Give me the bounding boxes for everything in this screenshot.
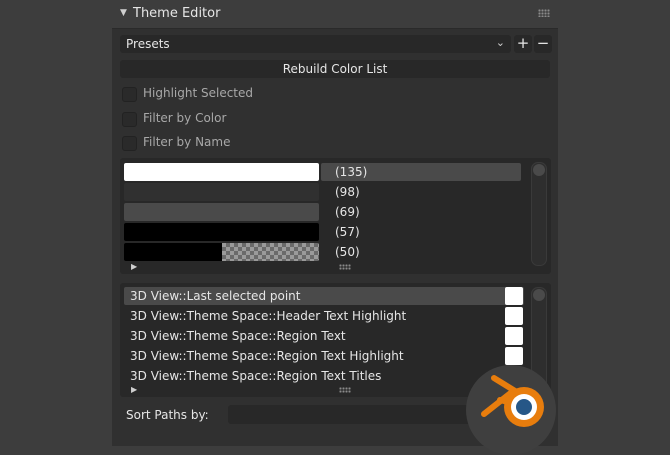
- filter-by-name-checkbox[interactable]: Filter by Name: [120, 134, 420, 152]
- color-swatch[interactable]: [124, 163, 319, 181]
- sort-paths-dropdown[interactable]: [228, 405, 478, 424]
- color-swatch[interactable]: [505, 287, 523, 305]
- color-list: (135) (98) (69) (57) (50) ▶: [120, 158, 551, 274]
- color-list-scrollbar[interactable]: [531, 162, 547, 266]
- sort-paths-label: Sort Paths by:: [126, 408, 209, 422]
- color-swatch-opaque[interactable]: [124, 243, 222, 261]
- path-label: 3D View::Theme Space::Region Text Highli…: [130, 349, 404, 363]
- color-list-item[interactable]: (50): [124, 243, 524, 261]
- path-list-item[interactable]: 3D View::Theme Space::Region Text: [124, 327, 524, 345]
- checkbox-label: Filter by Name: [143, 135, 231, 149]
- presets-label: Presets: [126, 37, 170, 51]
- color-list-item[interactable]: (135): [124, 163, 524, 181]
- scrollbar-knob[interactable]: [533, 164, 545, 176]
- color-swatch[interactable]: [505, 327, 523, 345]
- color-swatch[interactable]: [124, 183, 319, 201]
- chevron-down-icon: ⌄: [495, 36, 505, 49]
- color-swatch[interactable]: [124, 223, 319, 241]
- color-swatch-transparent[interactable]: [222, 243, 319, 261]
- rebuild-color-list-button[interactable]: Rebuild Color List: [120, 60, 550, 78]
- add-preset-button[interactable]: +: [514, 35, 532, 53]
- checkbox-label: Filter by Color: [143, 111, 227, 125]
- color-list-item[interactable]: (57): [124, 223, 524, 241]
- path-label: 3D View::Theme Space::Region Text Titles: [130, 369, 382, 383]
- path-list-item[interactable]: 3D View::Theme Space::Header Text Highli…: [124, 307, 524, 325]
- color-swatch[interactable]: [505, 347, 523, 365]
- checkbox-box[interactable]: [122, 136, 137, 151]
- color-count: (98): [335, 185, 360, 199]
- checkbox-box[interactable]: [122, 87, 137, 102]
- path-label: 3D View::Last selected point: [130, 289, 301, 303]
- color-list-item[interactable]: (69): [124, 203, 524, 221]
- checkbox-label: Highlight Selected: [143, 86, 254, 100]
- color-count: (135): [335, 165, 368, 179]
- panel-header[interactable]: ▼ Theme Editor: [112, 0, 558, 29]
- filter-by-color-checkbox[interactable]: Filter by Color: [120, 110, 420, 128]
- path-label: 3D View::Theme Space::Header Text Highli…: [130, 309, 407, 323]
- expand-triangle-icon[interactable]: ▶: [131, 262, 137, 271]
- color-count: (69): [335, 205, 360, 219]
- path-list-item[interactable]: 3D View::Last selected point: [124, 287, 524, 305]
- checkbox-box[interactable]: [122, 112, 137, 127]
- path-list-item[interactable]: 3D View::Theme Space::Region Text Highli…: [124, 347, 524, 365]
- color-list-item[interactable]: (98): [124, 183, 524, 201]
- drag-grip-icon[interactable]: [538, 9, 550, 17]
- color-count: (50): [335, 245, 360, 259]
- color-count: (57): [335, 225, 360, 239]
- presets-dropdown[interactable]: Presets ⌄: [120, 35, 511, 53]
- highlight-selected-checkbox[interactable]: Highlight Selected: [120, 85, 420, 103]
- panel-title: Theme Editor: [133, 6, 221, 21]
- path-list-item[interactable]: 3D View::Theme Space::Region Text Titles: [124, 367, 524, 385]
- remove-preset-button[interactable]: −: [534, 35, 552, 53]
- color-swatch[interactable]: [505, 307, 523, 325]
- list-resize-grip-icon[interactable]: [339, 264, 351, 270]
- presets-row: Presets ⌄ + −: [120, 35, 552, 53]
- scrollbar-knob[interactable]: [533, 289, 545, 301]
- path-label: 3D View::Theme Space::Region Text: [130, 329, 346, 343]
- blender-logo-icon: [481, 375, 544, 427]
- color-swatch[interactable]: [124, 203, 319, 221]
- expand-triangle-icon[interactable]: ▶: [131, 385, 137, 394]
- list-resize-grip-icon[interactable]: [339, 387, 351, 393]
- collapse-triangle-icon[interactable]: ▼: [120, 8, 127, 18]
